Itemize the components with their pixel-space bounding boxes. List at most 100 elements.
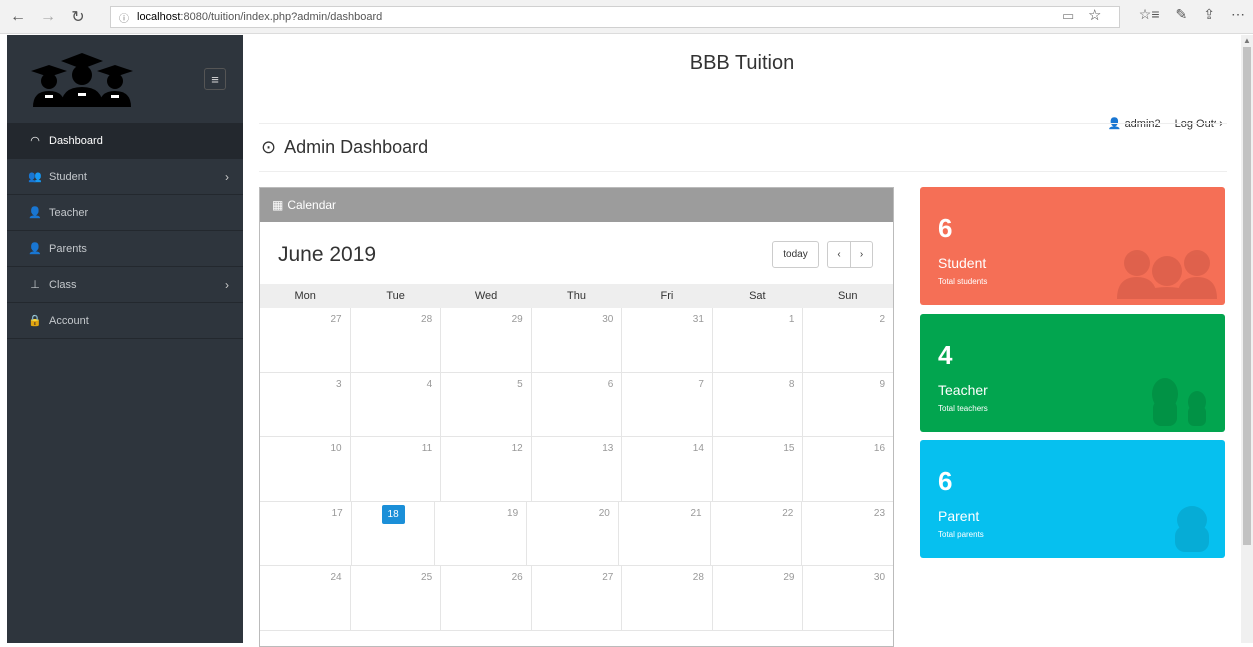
sidebar-item-label: Dashboard [49, 134, 103, 147]
calendar-week-row: 17 18 19 20 21 22 23 [260, 501, 893, 566]
calendar-day-number: 6 [607, 378, 614, 390]
graduates-logo-icon [31, 53, 133, 107]
favorite-star-icon[interactable]: ☆ [1088, 6, 1101, 24]
sidebar-item-label: Account [49, 314, 89, 327]
forward-icon[interactable]: → [36, 8, 60, 26]
calendar-day-cell[interactable]: 20 [527, 501, 619, 565]
calendar-week-row: 24 25 26 27 28 29 30 [260, 566, 893, 631]
calendar-day-cell[interactable]: 10 [260, 437, 351, 501]
parent-sublabel: Total parents [938, 530, 984, 539]
calendar-day-cell[interactable]: 2 [803, 308, 893, 372]
calendar-day-cell[interactable]: 22 [711, 501, 803, 565]
logout-icon: ↪ [1213, 118, 1223, 130]
next-month-button[interactable]: › [850, 241, 873, 268]
calendar-day-cell[interactable]: 16 [803, 437, 893, 501]
sidebar-item-dashboard[interactable]: ◠ Dashboard [7, 123, 243, 159]
calendar-panel: ▦ Calendar June 2019 today ‹ › Mon Tue W… [259, 187, 894, 647]
calendar-day-number: 18 [381, 504, 405, 524]
calendar-day-cell[interactable]: 27 [532, 566, 623, 630]
calendar-day-number: 7 [698, 378, 704, 390]
calendar-day-cell[interactable]: 24 [260, 566, 351, 630]
back-icon[interactable]: ← [6, 8, 30, 26]
sidebar-item-parents[interactable]: 👤 Parents [7, 231, 243, 267]
calendar-day-number: 30 [602, 314, 614, 325]
menu-toggle-button[interactable]: ≡ [204, 68, 226, 90]
page-heading: ⊙ Admin Dashboard [261, 137, 428, 158]
weekday-tue: Tue [386, 290, 405, 302]
weekday-fri: Fri [660, 290, 674, 302]
calendar-day-cell[interactable]: 29 [441, 308, 532, 372]
student-stat-card[interactable]: 6 Student Total students [920, 187, 1225, 305]
calendar-day-number: 14 [692, 443, 704, 454]
address-bar[interactable]: ⓘ localhost :8080/tuition/index.php?admi… [110, 6, 1120, 28]
calendar-day-number: 8 [788, 378, 795, 390]
calendar-day-cell[interactable]: 8 [713, 372, 804, 436]
calendar-week-row: 27 28 29 30 31 1 2 [260, 308, 893, 373]
parent-stat-card[interactable]: 6 Parent Total parents [920, 440, 1225, 558]
weekday-mon: Mon [294, 290, 316, 302]
url-path: :8080/tuition/index.php?admin/dashboard [180, 11, 383, 23]
tachometer-icon: ◠ [30, 135, 40, 147]
calendar-day-number: 30 [873, 572, 886, 583]
weekday-sun: Sun [837, 290, 858, 302]
lock-icon: 🔒 [28, 315, 42, 327]
calendar-day-cell[interactable]: 31 [622, 308, 713, 372]
circle-arrow-icon: ⊙ [261, 137, 277, 157]
calendar-day-cell[interactable]: 28 [622, 566, 713, 630]
calendar-day-number: 17 [331, 507, 343, 519]
calendar-day-cell[interactable]: 29 [713, 566, 804, 630]
calendar-week-row: 10 11 12 13 14 15 16 [260, 437, 893, 502]
calendar-day-number: 29 [783, 572, 795, 583]
share-icon[interactable]: ⇪ [1203, 6, 1215, 23]
users-icon [1117, 250, 1217, 299]
sidebar-item-class[interactable]: ⊥ Class › [7, 267, 243, 303]
calendar-day-cell[interactable]: 30 [532, 308, 623, 372]
calendar-day-cell[interactable]: 27 [260, 308, 351, 372]
calendar-day-cell[interactable]: 6 [532, 372, 623, 436]
scroll-up-icon[interactable]: ▲ [1243, 36, 1251, 45]
page-scrollbar[interactable]: ▲ [1241, 35, 1253, 643]
calendar-day-number: 19 [507, 507, 519, 519]
calendar-day-cell[interactable]: 7 [622, 372, 713, 436]
page-title: Admin Dashboard [284, 137, 429, 157]
calendar-day-cell[interactable]: 4 [351, 372, 442, 436]
calendar-day-cell[interactable]: 12 [441, 437, 532, 501]
refresh-icon[interactable]: ↻ [66, 7, 90, 27]
favorites-hub-icon[interactable]: ☆≡ [1139, 6, 1160, 23]
calendar-day-number: 26 [511, 572, 523, 583]
scroll-thumb[interactable] [1243, 47, 1251, 545]
calendar-week-row: 3 4 5 6 7 8 9 [260, 372, 893, 437]
calendar-day-cell[interactable]: 14 [622, 437, 713, 501]
pen-icon[interactable]: ✎ [1176, 6, 1188, 23]
reading-view-icon[interactable]: ▭ [1062, 8, 1074, 24]
calendar-day-cell[interactable]: 15 [713, 437, 804, 501]
calendar-day-cell[interactable]: 23 [802, 502, 893, 566]
calendar-day-cell[interactable]: 13 [532, 437, 623, 501]
info-icon[interactable]: ⓘ [119, 10, 129, 25]
calendar-day-number: 22 [782, 507, 794, 519]
sidebar-item-account[interactable]: 🔒 Account [7, 303, 243, 339]
more-icon[interactable]: ⋯ [1231, 6, 1245, 23]
weekday-header: Mon Tue Wed Thu Fri Sat Sun [260, 284, 893, 308]
calendar-day-cell[interactable]: 11 [351, 437, 442, 501]
calendar-day-number: 25 [421, 572, 433, 583]
calendar-day-cell[interactable]: 25 [351, 566, 442, 630]
calendar-day-cell[interactable]: 17 [260, 501, 352, 565]
calendar-day-cell[interactable]: 1 [713, 308, 804, 372]
calendar-day-cell-today[interactable]: 18 [352, 501, 436, 565]
calendar-day-cell[interactable]: 28 [351, 308, 442, 372]
teacher-stat-card[interactable]: 4 Teacher Total teachers [920, 314, 1225, 432]
sidebar-item-student[interactable]: 👥 Student › [7, 159, 243, 195]
calendar-day-cell[interactable]: 3 [260, 372, 351, 436]
calendar-day-cell[interactable]: 30 [803, 566, 893, 630]
prev-month-button[interactable]: ‹ [827, 241, 850, 268]
calendar-day-cell[interactable]: 26 [441, 566, 532, 630]
calendar-day-cell[interactable]: 9 [803, 373, 893, 437]
calendar-day-cell[interactable]: 19 [435, 501, 528, 565]
calendar-day-number: 12 [511, 443, 523, 454]
main-content: BBB Tuition 👤 admin2 Log Out↪ ⊙ Admin Da… [243, 35, 1241, 647]
today-button[interactable]: today [772, 241, 819, 268]
calendar-day-cell[interactable]: 21 [619, 501, 711, 565]
sidebar-item-teacher[interactable]: 👤 Teacher [7, 195, 243, 231]
calendar-day-cell[interactable]: 5 [441, 372, 532, 436]
